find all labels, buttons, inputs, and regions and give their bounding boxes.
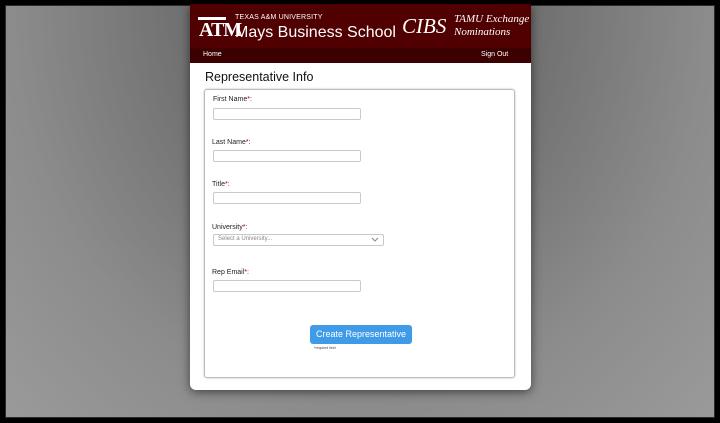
title-input[interactable]	[213, 192, 361, 204]
create-representative-button[interactable]: Create Representative	[310, 325, 412, 344]
university-select-placeholder: Select a University...	[218, 236, 273, 242]
page-title: Representative Info	[205, 70, 314, 84]
required-marker: *:	[245, 139, 251, 146]
required-marker: *:	[247, 96, 252, 103]
school-name: Mays Business School	[235, 24, 396, 41]
program-name: CIBS	[402, 14, 447, 38]
rep-email-label: Rep Email*:	[212, 269, 249, 276]
title-label-text: Title	[212, 181, 225, 188]
app-window: ATM TEXAS A&M UNIVERSITY Mays Business S…	[190, 4, 531, 390]
university-name: TEXAS A&M UNIVERSITY	[235, 14, 323, 21]
sign-out-link[interactable]: Sign Out	[481, 51, 508, 58]
app-title-line1: TAMU Exchange	[454, 13, 530, 25]
nav-home-link[interactable]: Home	[203, 51, 222, 58]
last-name-input[interactable]	[213, 150, 361, 162]
site-header: ATM TEXAS A&M UNIVERSITY Mays Business S…	[190, 4, 531, 48]
university-select[interactable]: Select a University...	[213, 234, 384, 246]
university-label: University*:	[212, 224, 247, 231]
university-label-text: University	[212, 224, 243, 231]
chevron-down-icon	[371, 237, 379, 242]
required-field-note: *required field	[314, 346, 336, 350]
last-name-label: Last Name*:	[212, 139, 251, 146]
app-title-line2: Nominations	[454, 26, 511, 38]
nav-bar: Home Sign Out	[190, 48, 531, 63]
app-title: TAMU Exchange Nominations	[454, 13, 529, 39]
required-marker: *:	[224, 181, 230, 188]
required-marker: *:	[242, 224, 248, 231]
last-name-label-text: Last Name	[212, 139, 246, 146]
title-label: Title*:	[212, 181, 230, 188]
first-name-label: First Name*:	[213, 96, 252, 103]
required-marker: *:	[244, 269, 249, 276]
rep-email-label-text: Rep Email	[212, 269, 245, 276]
rep-email-input[interactable]	[213, 280, 361, 292]
atm-logo[interactable]: ATM	[198, 17, 242, 41]
first-name-label-text: First Name	[213, 96, 248, 103]
first-name-input[interactable]	[213, 108, 361, 120]
representative-form: First Name*: Last Name*: Title*: Univers…	[204, 89, 515, 378]
